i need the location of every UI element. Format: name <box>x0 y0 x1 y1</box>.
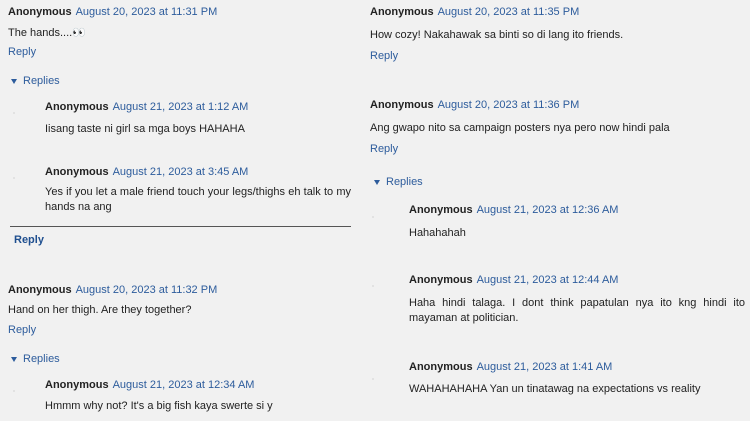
comment-text: How cozy! Nakahawak sa binti so di lang … <box>370 29 624 41</box>
reply-author: Anonymous <box>409 274 473 286</box>
reply-text: Haha hindi talaga. I dont think papatula… <box>409 297 745 324</box>
replies-label: Replies <box>23 75 60 87</box>
reply-author: Anonymous <box>45 166 109 178</box>
reply-link[interactable]: Reply <box>370 143 398 155</box>
reply-timestamp-link[interactable]: August 21, 2023 at 12:44 AM <box>477 274 619 286</box>
reply-link[interactable]: Reply <box>14 234 44 246</box>
comment-author: Anonymous <box>8 284 72 296</box>
comment-header: Anonymous August 20, 2023 at 11:31 PM <box>8 6 217 18</box>
caret-down-icon <box>11 356 17 362</box>
reply-timestamp-link[interactable]: August 21, 2023 at 12:34 AM <box>113 379 255 391</box>
comment-header: Anonymous August 20, 2023 at 11:35 PM <box>370 6 579 18</box>
comment-timestamp-link[interactable]: August 20, 2023 at 11:35 PM <box>438 6 580 18</box>
comment-text: Ang gwapo nito sa campaign posters nya p… <box>370 122 670 134</box>
eyes-emoji-icon: 👀 <box>72 27 86 39</box>
comment-text: The hands....👀 <box>8 26 86 41</box>
reply-author: Anonymous <box>45 379 109 391</box>
reply-link[interactable]: Reply <box>8 324 36 336</box>
divider <box>10 226 351 227</box>
replies-toggle[interactable]: Replies <box>11 353 60 365</box>
reply-text: Iisang taste ni girl sa mga boys HAHAHA <box>45 123 245 135</box>
reply-timestamp-link[interactable]: August 21, 2023 at 12:36 AM <box>477 204 619 216</box>
reply-text: WAHAHAHAHA Yan un tinatawag na expectati… <box>409 383 701 395</box>
comment-text: Hand on her thigh. Are they together? <box>8 304 192 316</box>
bullet-icon <box>372 378 374 380</box>
replies-label: Replies <box>23 353 60 365</box>
reply-text: Hahahahah <box>409 227 466 239</box>
right-comments-column: Anonymous August 20, 2023 at 11:35 PM How… <box>362 0 750 421</box>
reply-author: Anonymous <box>409 361 473 373</box>
bullet-icon <box>13 177 15 179</box>
caret-down-icon <box>11 78 17 84</box>
comment-author: Anonymous <box>8 6 72 18</box>
bullet-icon <box>372 285 374 287</box>
reply-link[interactable]: Reply <box>370 50 398 62</box>
reply-link[interactable]: Reply <box>8 46 36 58</box>
left-comments-column: Anonymous August 20, 2023 at 11:31 PM The… <box>0 0 362 421</box>
reply-author: Anonymous <box>409 204 473 216</box>
reply-text: Yes if you let a male friend touch your … <box>45 186 351 213</box>
comment-body: The hands.... <box>8 27 73 39</box>
replies-toggle[interactable]: Replies <box>11 75 60 87</box>
reply-header: Anonymous August 21, 2023 at 12:44 AM <box>409 274 618 286</box>
reply-header: Anonymous August 21, 2023 at 12:36 AM <box>409 204 618 216</box>
reply-header: Anonymous August 21, 2023 at 1:41 AM <box>409 361 612 373</box>
comment-timestamp-link[interactable]: August 20, 2023 at 11:32 PM <box>76 284 218 296</box>
bullet-icon <box>13 112 15 114</box>
replies-label: Replies <box>386 176 423 188</box>
comment-author: Anonymous <box>370 6 434 18</box>
comment-author: Anonymous <box>370 99 434 111</box>
reply-text: Hmmm why not? It's a big fish kaya swert… <box>45 400 273 412</box>
replies-toggle[interactable]: Replies <box>374 176 423 188</box>
reply-timestamp-link[interactable]: August 21, 2023 at 1:12 AM <box>113 101 249 113</box>
reply-header: Anonymous August 21, 2023 at 1:12 AM <box>45 101 248 113</box>
reply-header: Anonymous August 21, 2023 at 3:45 AM <box>45 166 248 178</box>
bullet-icon <box>372 216 374 218</box>
reply-timestamp-link[interactable]: August 21, 2023 at 1:41 AM <box>477 361 613 373</box>
reply-author: Anonymous <box>45 101 109 113</box>
bullet-icon <box>13 390 15 392</box>
comment-header: Anonymous August 20, 2023 at 11:36 PM <box>370 99 579 111</box>
reply-timestamp-link[interactable]: August 21, 2023 at 3:45 AM <box>113 166 249 178</box>
reply-header: Anonymous August 21, 2023 at 12:34 AM <box>45 379 254 391</box>
caret-down-icon <box>374 179 380 185</box>
comment-header: Anonymous August 20, 2023 at 11:32 PM <box>8 284 217 296</box>
comment-timestamp-link[interactable]: August 20, 2023 at 11:31 PM <box>76 6 218 18</box>
comment-timestamp-link[interactable]: August 20, 2023 at 11:36 PM <box>438 99 580 111</box>
